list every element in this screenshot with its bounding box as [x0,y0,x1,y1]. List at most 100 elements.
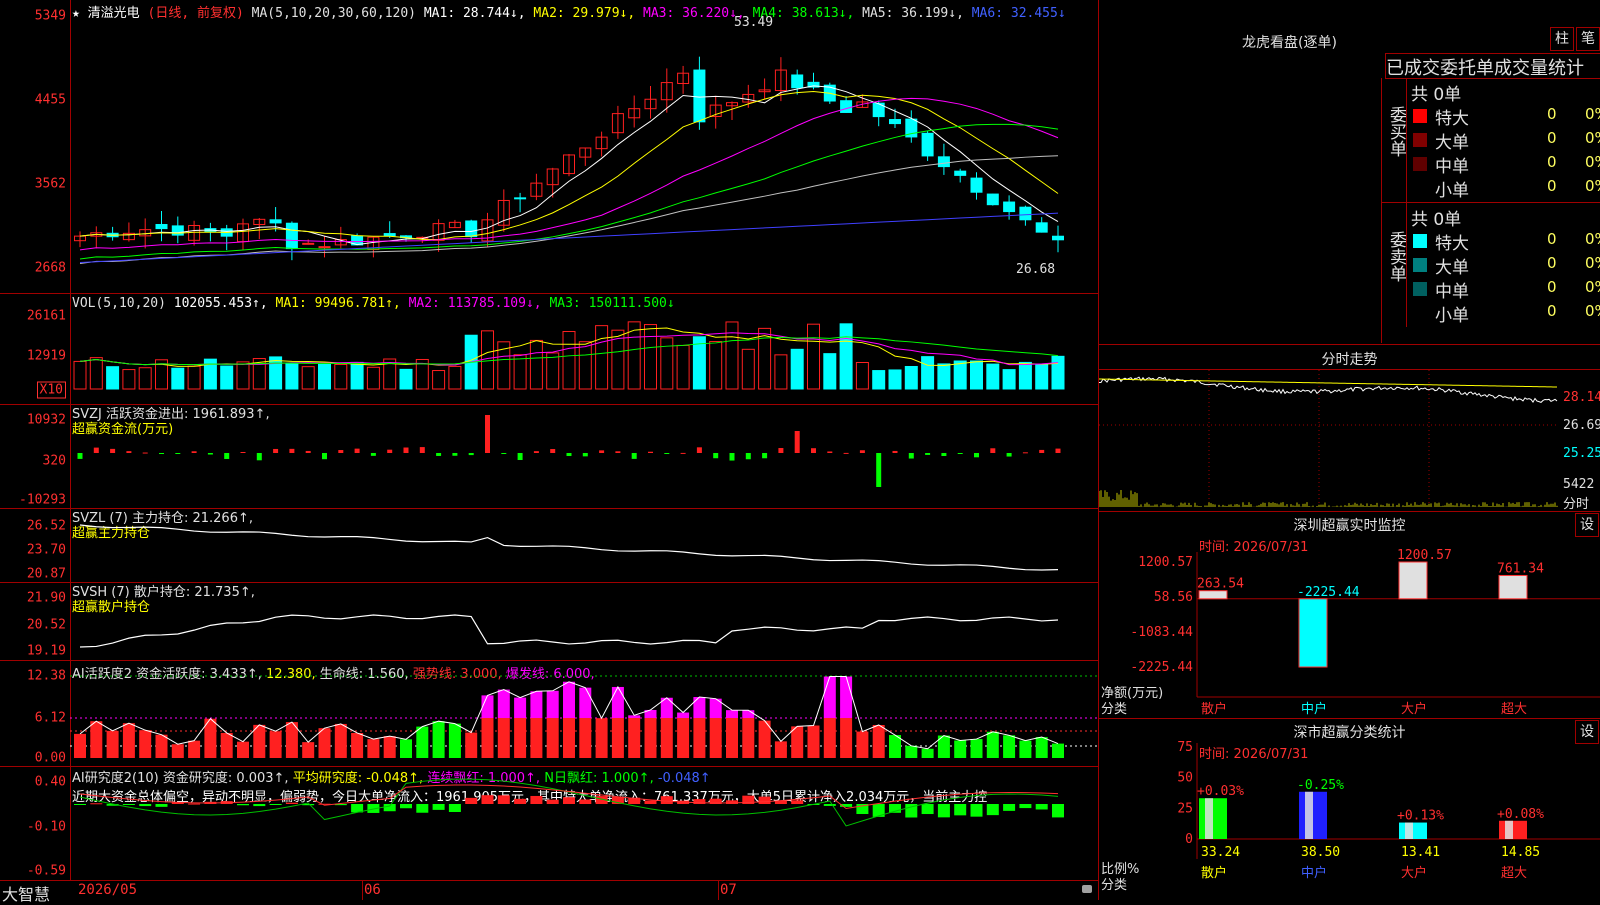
bar-mode-button[interactable]: 柱 [1550,27,1574,51]
sz-class-chart[interactable]: 75 50 25 0 +0.03% 33.24 散户 -0.25% 38.50 中户 +0.13% 1… [1099,719,1600,900]
research-bar [970,804,983,817]
lock-icon[interactable] [1082,885,1092,893]
order-stats-tab[interactable]: 已成交委托单成交量统计 [1385,53,1600,79]
flow-bar [1022,452,1028,454]
sz-class-bar-highlight [1405,822,1413,839]
flow-bar [648,451,653,453]
intraday-chart[interactable] [1099,345,1600,511]
research-bar [1035,804,1048,810]
sz-monitor-panel[interactable]: 深圳超赢实时监控 设 时间: 2026/07/31 1200.57 58.56 -1… [1099,512,1600,719]
sz-class-panel[interactable]: 深市超赢分类统计 设 时间: 2026/07/31 75 50 25 0 +0.03% 3… [1099,719,1600,900]
pen-mode-button[interactable]: 笔 [1576,27,1600,51]
sz-class-tick: 0 [1185,832,1193,847]
sz-monitor-category: 散户 [1201,701,1227,717]
flow-bar [322,453,327,460]
ai-active-panel[interactable]: 12.38 6.12 0.00 AI活跃度2 资金活跃度: 3.433↑, 12… [0,661,1098,767]
sell-order-pct: 0% [1585,230,1600,248]
sell-order-name: 大单 [1435,258,1469,278]
activity-bar [921,748,934,758]
ai-active-chart[interactable] [0,661,1098,766]
flow-bar [240,451,246,453]
research-bar [1052,804,1064,818]
sz-monitor-bar [1498,574,1528,600]
activity-bar [465,732,478,758]
activity-bar [1019,740,1032,758]
svzj-panel[interactable]: 10932 320 -10293 SVZJ 活跃资金进出: 1961.893↑,… [0,405,1098,509]
volume-bar [366,366,380,390]
activity-bar [351,732,364,758]
ai-research-panel[interactable]: 0.40 -0.10 -0.59 AI研究度2(10) 资金研究度: 0.003… [0,767,1098,881]
sz-monitor-category: 中户 [1301,701,1327,717]
sz-class-tick: 25 [1177,801,1193,816]
flow-bar [745,453,751,460]
brand-label[interactable]: 大智慧 [2,881,50,905]
sz-monitor-bar [1198,590,1228,600]
svzl-panel[interactable]: 26.52 23.70 20.87 SVZL (7) 主力持仓: 21.266↑… [0,509,1098,583]
buy-order-name: 中单 [1435,157,1469,177]
sz-monitor-tick: -1083.44 [1130,625,1193,640]
intraday-panel[interactable]: 分时走势 28.14 26.69 25.25 5422 分时 [1099,345,1600,512]
ai-research-chart[interactable] [0,767,1098,880]
flow-bar [370,453,376,456]
volume-bar [89,357,103,390]
research-bar [416,804,429,813]
volume-bar [481,330,494,390]
candle-body [171,225,184,236]
research-bar [823,804,836,806]
flow-bar [957,453,963,454]
svsh-panel[interactable]: 21.90 20.52 19.19 SVSH (7) 散户持仓: 21.735↑… [0,583,1098,661]
volume-panel[interactable]: 26161 12919 X10 VOL(5,10,20) 102055.453↑… [0,294,1098,405]
flow-bar [908,453,914,459]
sell-order-row: 中单 0 0% [1407,277,1600,302]
candle-body [1019,206,1032,221]
kline-panel[interactable]: 5349 4455 3562 2668 ★ 清溢光电 (日线, 前复权) MA(… [0,0,1098,294]
activity-bar [840,718,853,758]
flow-bar [599,450,605,453]
dragon-tiger-panel[interactable]: 龙虎看盘(逐单) 柱 笔 已成交委托单成交量统计 委买单 共 0单 特大00%大… [1099,0,1600,345]
research-bar [1019,804,1032,809]
svsh-chart[interactable] [0,583,1098,660]
volume-bar [904,365,918,390]
sell-order-count: 0 [1547,278,1557,296]
kline-chart[interactable] [0,0,1098,293]
activity-bar [693,718,706,758]
intraday-price-line [1099,376,1558,403]
candle-body [1052,235,1064,241]
volume-bar [106,366,120,390]
flow-bar [713,453,719,459]
activity-bar [986,731,999,758]
volume-bar [1035,363,1049,390]
flow-bar [289,448,295,453]
activity-bar [644,718,657,758]
buy-order-pct: 0% [1585,153,1600,171]
activity-bar [660,718,673,758]
svzj-chart[interactable] [0,405,1098,508]
sz-class-tick: 50 [1177,771,1193,786]
activity-bar-top [693,696,706,718]
volume-bar [872,370,886,390]
sell-order-count: 0 [1547,230,1557,248]
svzl-chart[interactable] [0,509,1098,582]
activity-bar [155,734,168,758]
activity-bar [400,739,412,758]
flow-bar [468,453,474,456]
sz-monitor-bar-label: 761.34 [1497,561,1544,576]
activity-bar-top [726,710,738,718]
sz-class-category: 中户 [1301,865,1327,881]
flow-bar [892,450,898,453]
activity-bar [171,744,184,758]
volume-bar [741,348,755,390]
activity-bar [1003,735,1016,758]
buy-order-count: 0 [1547,177,1557,195]
main-holding-line [79,524,1059,571]
sz-monitor-bar-label: 263.54 [1197,577,1244,592]
volume-chart[interactable] [0,294,1098,404]
activity-bar [905,745,918,758]
activity-bar [546,718,559,758]
sz-monitor-xlabel: 分类 [1101,702,1128,717]
flow-bar [501,453,507,454]
activity-bar [334,723,347,758]
buy-order-row: 中单 0 0% [1407,152,1600,177]
volume-bar [334,363,348,390]
sz-monitor-chart[interactable]: 1200.57 58.56 -1083.44 -2225.44 263.54 散户 -222… [1099,512,1600,718]
